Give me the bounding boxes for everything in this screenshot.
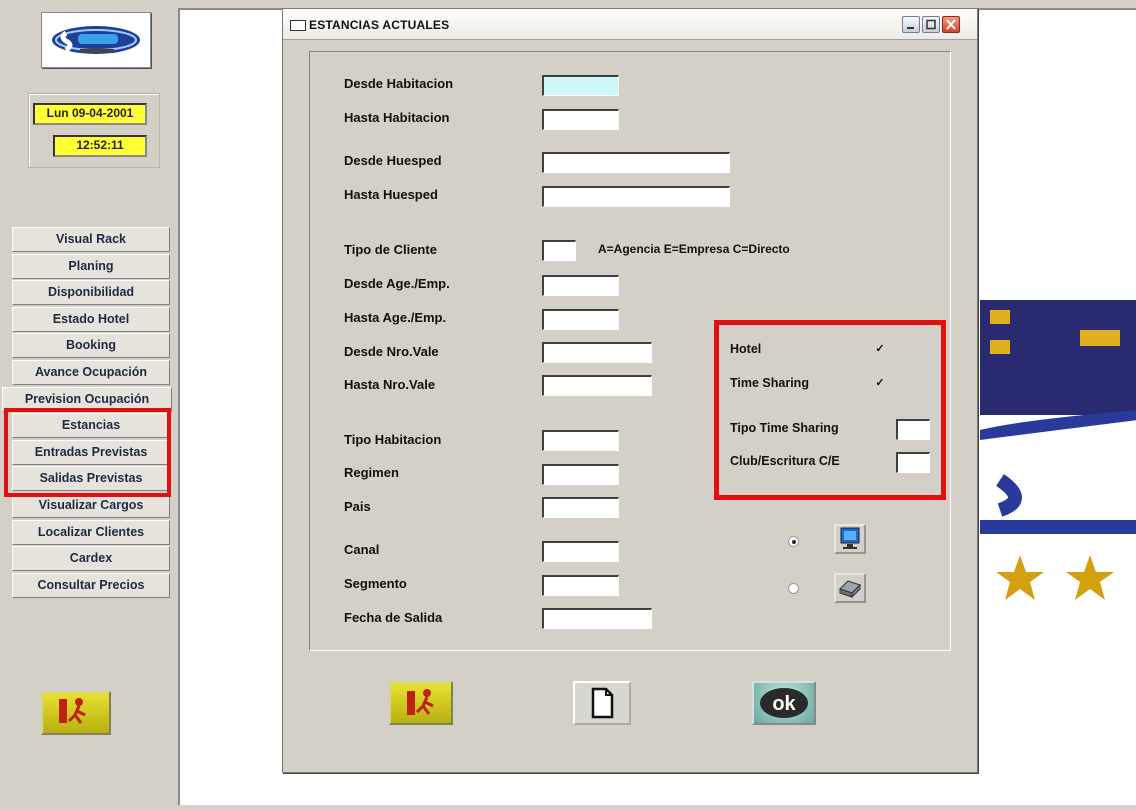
printer-output-button[interactable] — [834, 573, 866, 603]
club-escritura-input[interactable] — [896, 452, 930, 473]
label-canal: Canal — [344, 542, 380, 557]
label-tipo-habitacion: Tipo Habitacion — [344, 432, 442, 447]
menu-item-prevision-ocupacion[interactable]: Prevision Ocupación — [2, 386, 172, 412]
minimize-button[interactable] — [902, 16, 920, 33]
menu-item-consultar-precios[interactable]: Consultar Precios — [12, 572, 170, 598]
menu-item-planing[interactable]: Planing — [12, 253, 170, 279]
label-hasta-age-emp: Hasta Age./Emp. — [344, 310, 447, 325]
filter-form: Desde Habitacion Hasta Habitacion Desde … — [309, 51, 951, 651]
left-panel: Lun 09-04-2001 12:52:11 Visual Rack Plan… — [0, 0, 178, 809]
tipo-cliente-hint: A=Agencia E=Empresa C=Directo — [598, 242, 790, 256]
label-time-sharing: Time Sharing — [730, 376, 809, 390]
label-hasta-habitacion: Hasta Habitacion — [344, 110, 450, 125]
blank-document-icon — [591, 687, 614, 719]
regimen-input[interactable] — [542, 464, 619, 485]
app-logo — [41, 12, 151, 68]
screen-output-button[interactable] — [834, 524, 866, 554]
label-desde-huesped: Desde Huesped — [344, 153, 442, 168]
label-desde-habitacion: Desde Habitacion — [344, 76, 454, 91]
menu-item-estancias[interactable]: Estancias — [12, 413, 170, 439]
label-hotel: Hotel — [730, 342, 762, 356]
label-tipo-time-sharing: Tipo Time Sharing — [730, 421, 839, 435]
new-document-button[interactable] — [573, 681, 631, 725]
label-segmento: Segmento — [344, 576, 407, 591]
segmento-input[interactable] — [542, 575, 619, 596]
label-hasta-huesped: Hasta Huesped — [344, 187, 438, 202]
ok-button[interactable]: ok — [752, 681, 816, 725]
menu-item-disponibilidad[interactable]: Disponibilidad — [12, 280, 170, 306]
desde-nro-vale-input[interactable] — [542, 342, 652, 363]
label-fecha-salida: Fecha de Salida — [344, 610, 443, 625]
hotel-checkbox[interactable]: ✓ — [874, 344, 886, 356]
estancias-dialog: ESTANCIAS ACTUALES Desde Habitacion Hast… — [282, 8, 978, 773]
menu-item-booking[interactable]: Booking — [12, 333, 170, 359]
ok-icon: ok — [760, 688, 808, 718]
tipo-cliente-input[interactable] — [542, 240, 576, 261]
hotel-background-art-icon — [980, 300, 1136, 600]
printer-icon — [839, 580, 861, 599]
dialog-title: ESTANCIAS ACTUALES — [309, 18, 450, 32]
hasta-age-emp-input[interactable] — [542, 309, 619, 330]
minimize-icon — [907, 27, 914, 29]
ok-label: ok — [772, 693, 796, 715]
datetime-panel: Lun 09-04-2001 12:52:11 — [28, 93, 160, 168]
label-club-escritura: Club/Escritura C/E — [730, 454, 840, 468]
date-display: Lun 09-04-2001 — [33, 103, 147, 125]
tipo-time-sharing-input[interactable] — [896, 419, 930, 440]
hasta-huesped-input[interactable] — [542, 186, 730, 207]
menu-item-cardex[interactable]: Cardex — [12, 546, 170, 572]
screen-output-radio[interactable] — [788, 536, 799, 547]
close-button[interactable] — [942, 16, 960, 33]
label-desde-nro-vale: Desde Nro.Vale — [344, 344, 439, 359]
label-pais: Pais — [344, 499, 371, 514]
label-regimen: Regimen — [344, 465, 399, 480]
window-icon — [290, 20, 306, 31]
canal-input[interactable] — [542, 541, 619, 562]
tipo-habitacion-input[interactable] — [542, 430, 619, 451]
hasta-habitacion-input[interactable] — [542, 109, 619, 130]
menu-item-salidas-previstas[interactable]: Salidas Previstas — [12, 466, 170, 492]
logo-icon — [52, 26, 140, 54]
exit-door-icon — [59, 698, 86, 724]
label-tipo-cliente: Tipo de Cliente — [344, 242, 437, 257]
menu-item-estado-hotel[interactable]: Estado Hotel — [12, 306, 170, 332]
menu-item-avance-ocupacion[interactable]: Avance Ocupación — [12, 359, 170, 385]
pais-input[interactable] — [542, 497, 619, 518]
menu-item-visualizar-cargos[interactable]: Visualizar Cargos — [12, 492, 170, 518]
exit-door-icon — [407, 689, 434, 715]
main-menu: Visual Rack Planing Disponibilidad Estad… — [2, 227, 172, 599]
desde-huesped-input[interactable] — [542, 152, 730, 173]
time-sharing-checkbox[interactable]: ✓ — [874, 378, 886, 390]
fecha-salida-input[interactable] — [542, 608, 652, 629]
menu-item-entradas-previstas[interactable]: Entradas Previstas — [12, 439, 170, 465]
desde-age-emp-input[interactable] — [542, 275, 619, 296]
exit-app-button[interactable] — [41, 691, 111, 735]
exit-button[interactable] — [389, 681, 453, 725]
dialog-title-bar[interactable]: ESTANCIAS ACTUALES — [283, 9, 977, 40]
maximize-icon — [926, 19, 936, 30]
time-display: 12:52:11 — [53, 135, 147, 157]
label-hasta-nro-vale: Hasta Nro.Vale — [344, 377, 436, 392]
monitor-icon — [840, 527, 860, 549]
label-desde-age-emp: Desde Age./Emp. — [344, 276, 450, 291]
menu-item-visual-rack[interactable]: Visual Rack — [12, 227, 170, 252]
desde-habitacion-input[interactable] — [542, 75, 619, 96]
maximize-button[interactable] — [922, 16, 940, 33]
printer-output-radio[interactable] — [788, 583, 799, 594]
close-icon — [946, 19, 956, 30]
menu-item-localizar-clientes[interactable]: Localizar Clientes — [12, 519, 170, 545]
hasta-nro-vale-input[interactable] — [542, 375, 652, 396]
